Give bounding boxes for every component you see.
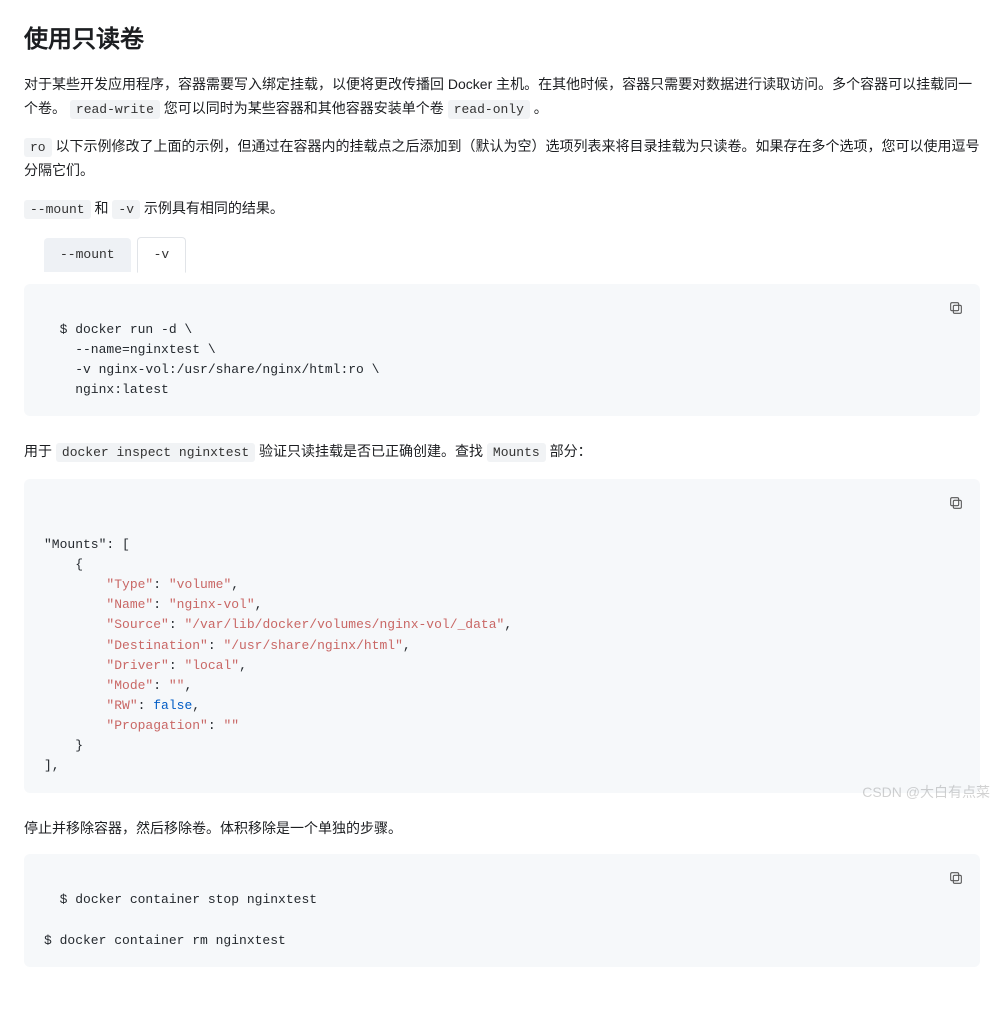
paragraph-intro: 对于某些开发应用程序，容器需要写入绑定挂载，以便将更改传播回 Docker 主机…: [24, 73, 980, 121]
text: 部分：: [550, 443, 592, 459]
code-ro: ro: [24, 138, 52, 157]
code-mount-flag: --mount: [24, 200, 91, 219]
text: 以下示例修改了上面的示例，但通过在容器内的挂载点之后添加到（默认为空）选项列表来…: [24, 138, 980, 178]
text: 用于: [24, 443, 56, 459]
text: 示例具有相同的结果。: [144, 200, 284, 216]
paragraph-cleanup: 停止并移除容器，然后移除卷。体积移除是一个单独的步骤。: [24, 817, 980, 841]
code-text: $ docker run -d \ --name=nginxtest \ -v …: [44, 322, 379, 397]
tab-mount[interactable]: --mount: [44, 238, 131, 272]
paragraph-same-result: --mount 和 -v 示例具有相同的结果。: [24, 197, 980, 221]
code-read-only: read-only: [448, 100, 530, 119]
code-text: "Mounts": [ { "Type": "volume", "Name": …: [44, 537, 512, 774]
code-block-cleanup: $ docker container stop nginxtest $ dock…: [24, 854, 980, 967]
code-block-docker-run: $ docker run -d \ --name=nginxtest \ -v …: [24, 284, 980, 417]
code-mounts-key: Mounts: [487, 443, 546, 462]
code-text: $ docker container stop nginxtest $ dock…: [44, 892, 317, 947]
copy-button[interactable]: [942, 864, 970, 892]
code-read-write: read-write: [70, 100, 160, 119]
text: 验证只读挂载是否已正确创建。查找: [259, 443, 487, 459]
copy-button[interactable]: [942, 294, 970, 322]
copy-icon: [948, 300, 964, 316]
text: 您可以同时为某些容器和其他容器安装单个卷: [164, 100, 448, 116]
code-tabs: --mount -v: [44, 237, 980, 272]
code-block-mounts-json: "Mounts": [ { "Type": "volume", "Name": …: [24, 479, 980, 793]
paragraph-ro: ro 以下示例修改了上面的示例，但通过在容器内的挂载点之后添加到（默认为空）选项…: [24, 135, 980, 183]
code-v-flag: -v: [112, 200, 140, 219]
page-heading: 使用只读卷: [24, 20, 980, 61]
paragraph-inspect: 用于 docker inspect nginxtest 验证只读挂载是否已正确创…: [24, 440, 980, 464]
tab-v[interactable]: -v: [137, 237, 187, 273]
text: 和: [95, 200, 113, 216]
copy-icon: [948, 495, 964, 511]
code-inspect: docker inspect nginxtest: [56, 443, 255, 462]
text: 。: [534, 100, 548, 116]
copy-button[interactable]: [942, 489, 970, 517]
copy-icon: [948, 870, 964, 886]
